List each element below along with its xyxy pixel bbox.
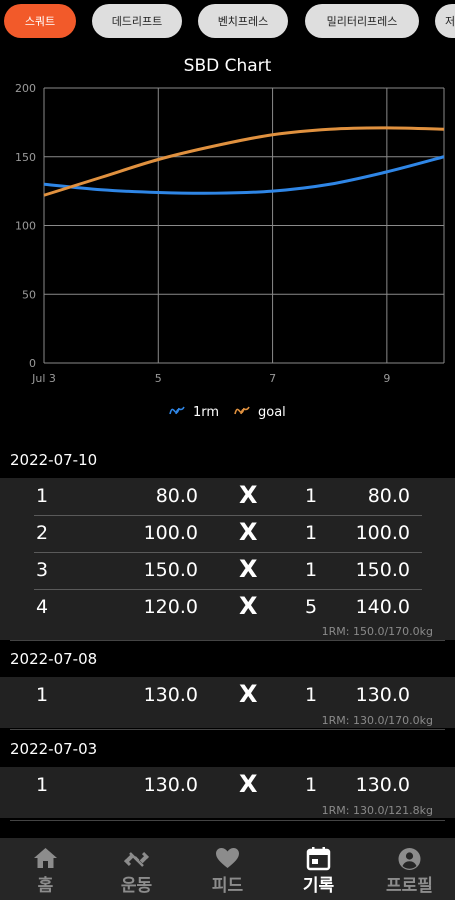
x-tick-label: 9 <box>383 372 390 385</box>
nav-records-label: 기록 <box>302 876 335 896</box>
times-icon: X <box>239 481 258 509</box>
home-icon <box>34 848 57 868</box>
tab-deadlift[interactable]: 데드리프트 <box>92 4 182 38</box>
y-tick-label: 50 <box>22 288 36 301</box>
set-number: 3 <box>36 559 49 581</box>
set-one-rm: 150.0 <box>355 559 410 581</box>
times-icon: X <box>239 592 258 620</box>
set-reps: 1 <box>305 485 318 507</box>
nav-home[interactable]: 홈 <box>0 838 91 900</box>
times-icon: X <box>239 680 258 708</box>
set-number: 1 <box>36 684 49 706</box>
y-tick-label: 0 <box>29 357 36 370</box>
set-one-rm: 80.0 <box>367 485 410 507</box>
set-row[interactable]: 2 100.0 X 1 100.0 <box>0 515 455 551</box>
y-tick-label: 100 <box>15 220 36 233</box>
set-reps: 5 <box>305 596 318 618</box>
one-rm-summary: 1RM: 130.0/170.0kg <box>321 714 433 727</box>
heart-icon <box>216 848 239 868</box>
nav-home-label: 홈 <box>37 876 54 896</box>
set-number: 4 <box>36 596 49 618</box>
nav-exercise-label: 운동 <box>120 876 153 896</box>
y-tick-label: 150 <box>15 151 36 164</box>
section-divider <box>10 640 445 641</box>
set-row[interactable]: 1 130.0 X 1 130.0 <box>0 767 455 803</box>
bottom-nav: 홈 운동 피드 기록 프로필 <box>0 838 455 900</box>
set-weight: 130.0 <box>143 774 198 796</box>
record-date: 2022-07-10 <box>10 451 98 469</box>
calendar-icon <box>306 847 331 871</box>
set-row[interactable]: 1 80.0 X 1 80.0 <box>0 478 455 514</box>
legend-label-goal: goal <box>258 405 286 420</box>
tab-bench-press[interactable]: 벤치프레스 <box>198 4 288 38</box>
set-reps: 1 <box>305 774 318 796</box>
nav-feed-label: 피드 <box>211 876 244 896</box>
one-rm-summary: 1RM: 150.0/170.0kg <box>321 625 433 638</box>
set-weight: 100.0 <box>143 522 198 544</box>
set-weight: 80.0 <box>155 485 198 507</box>
nav-profile-label: 프로필 <box>386 876 433 896</box>
set-number: 2 <box>36 522 49 544</box>
set-row[interactable]: 3 150.0 X 1 150.0 <box>0 552 455 588</box>
legend-swatch-goal <box>234 406 250 415</box>
set-one-rm: 130.0 <box>355 684 410 706</box>
set-reps: 1 <box>305 559 318 581</box>
set-reps: 1 <box>305 522 318 544</box>
section-divider <box>10 729 445 730</box>
tab-squat[interactable]: 스쿼트 <box>4 4 76 38</box>
section-divider <box>10 820 445 821</box>
set-row[interactable]: 1 130.0 X 1 130.0 <box>0 677 455 713</box>
profile-icon <box>398 848 421 870</box>
set-number: 1 <box>36 485 49 507</box>
set-number: 1 <box>36 774 49 796</box>
exercise-tab-bar: 스쿼트 데드리프트 벤치프레스 밀리터리프레스 저 <box>0 0 455 44</box>
record-date: 2022-07-03 <box>10 740 98 758</box>
set-one-rm: 130.0 <box>355 774 410 796</box>
times-icon: X <box>239 770 258 798</box>
nav-exercise[interactable]: 운동 <box>91 838 182 900</box>
x-tick-label: Jul 3 <box>31 372 56 385</box>
set-weight: 130.0 <box>143 684 198 706</box>
set-weight: 120.0 <box>143 596 198 618</box>
one-rm-summary: 1RM: 130.0/121.8kg <box>321 804 433 817</box>
tab-more[interactable]: 저 <box>435 4 455 38</box>
set-reps: 1 <box>305 684 318 706</box>
x-tick-label: 7 <box>269 372 276 385</box>
y-tick-label: 200 <box>15 82 36 95</box>
times-icon: X <box>239 518 258 546</box>
nav-feed[interactable]: 피드 <box>182 838 273 900</box>
nav-records[interactable]: 기록 <box>273 838 364 900</box>
dumbbell-icon <box>124 851 149 867</box>
legend-swatch-1rm <box>169 406 185 415</box>
set-weight: 150.0 <box>143 559 198 581</box>
nav-profile[interactable]: 프로필 <box>364 838 455 900</box>
sbd-line-chart: 0 50 100 150 200 Jul 3 5 7 9 1rm goal <box>15 82 445 420</box>
chart-title: SBD Chart <box>183 56 272 76</box>
set-one-rm: 100.0 <box>355 522 410 544</box>
series-line-goal <box>43 126 445 197</box>
tab-military-press[interactable]: 밀리터리프레스 <box>305 4 419 38</box>
record-date: 2022-07-08 <box>10 650 98 668</box>
x-tick-label: 5 <box>155 372 162 385</box>
times-icon: X <box>239 555 258 583</box>
set-one-rm: 140.0 <box>355 596 410 618</box>
legend-label-1rm: 1rm <box>193 405 219 420</box>
set-row[interactable]: 4 120.0 X 5 140.0 <box>0 589 455 625</box>
